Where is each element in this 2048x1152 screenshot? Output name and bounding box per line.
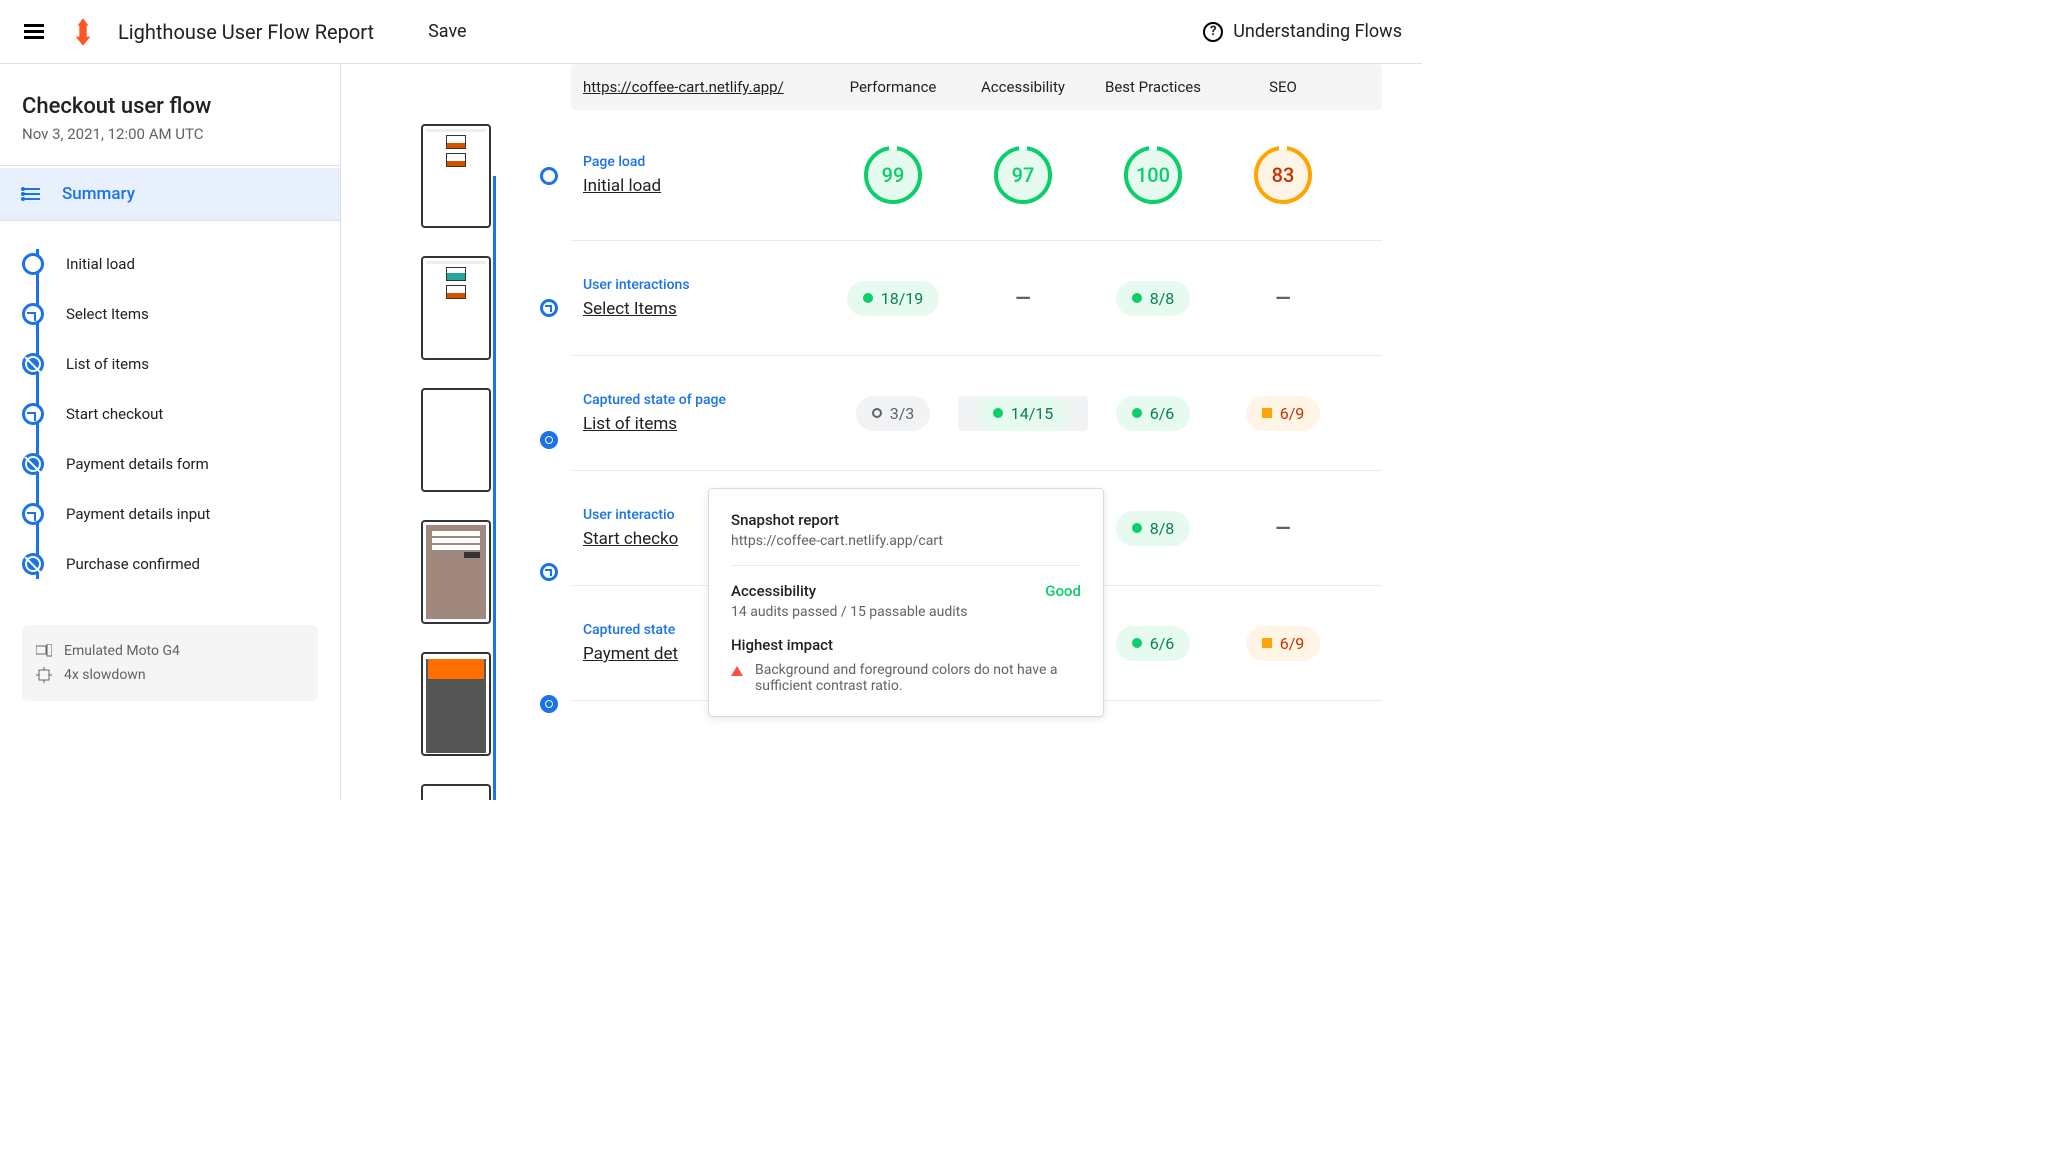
app-title: Lighthouse User Flow Report (118, 20, 374, 44)
step-start-checkout[interactable]: Start checkout (22, 389, 318, 439)
env-device: Emulated Moto G4 (64, 643, 180, 659)
tooltip-title: Snapshot report (731, 511, 1081, 529)
dash: — (1218, 286, 1348, 310)
pill-performance[interactable]: 3/3 (856, 396, 931, 431)
thumbnail[interactable] (421, 256, 491, 360)
step-initial-load[interactable]: Initial load (22, 239, 318, 289)
snap-marker-icon (540, 695, 558, 713)
nav-marker-icon (22, 253, 44, 275)
gauge-seo[interactable]: 83 (1254, 146, 1312, 204)
score-row: Page load Initial load 99 97 100 83 (571, 110, 1382, 241)
step-purchase-confirmed[interactable]: Purchase confirmed (22, 539, 318, 589)
tooltip-url: https://coffee-cart.netlify.app/cart (731, 533, 1081, 566)
env-throttle: 4x slowdown (64, 667, 146, 683)
clock-marker-icon (22, 303, 44, 325)
row-link[interactable]: Select Items (583, 299, 828, 319)
tooltip-rating: Good (1045, 582, 1081, 600)
row-type: User interactions (583, 277, 828, 293)
tooltip-category: Accessibility (731, 582, 816, 600)
help-icon: ? (1203, 22, 1223, 42)
snap-marker-icon (540, 431, 558, 449)
clock-marker-icon (22, 403, 44, 425)
gauge-best-practices[interactable]: 100 (1124, 146, 1182, 204)
pill-seo[interactable]: 6/9 (1246, 396, 1321, 431)
clock-marker-icon (540, 299, 558, 317)
help-label: Understanding Flows (1233, 21, 1402, 42)
top-bar: Lighthouse User Flow Report Save ? Under… (0, 0, 1422, 64)
clock-marker-icon (22, 503, 44, 525)
thumbnail[interactable] (421, 124, 491, 228)
dash: — (958, 286, 1088, 310)
menu-icon[interactable] (20, 20, 48, 43)
summary-label: Summary (62, 184, 135, 204)
thumbnail[interactable] (421, 784, 491, 800)
nav-marker-icon (540, 167, 558, 185)
header-url[interactable]: https://coffee-cart.netlify.app/ (583, 78, 828, 96)
dash: — (1218, 516, 1348, 540)
row-type: Captured state of page (583, 392, 828, 408)
step-payment-input[interactable]: Payment details input (22, 489, 318, 539)
thumbnail[interactable] (421, 652, 491, 756)
col-accessibility: Accessibility (958, 78, 1088, 96)
flow-title: Checkout user flow (0, 94, 340, 119)
tooltip-detail: 14 audits passed / 15 passable audits (731, 604, 1081, 620)
row-type: Page load (583, 154, 828, 170)
step-list-of-items[interactable]: List of items (22, 339, 318, 389)
list-icon (24, 188, 40, 200)
tooltip-impact-label: Highest impact (731, 636, 1081, 654)
pill-performance[interactable]: 18/19 (847, 281, 940, 316)
sidebar: Checkout user flow Nov 3, 2021, 12:00 AM… (0, 64, 341, 800)
pill-accessibility[interactable]: 14/15 (977, 396, 1070, 431)
gauge-accessibility[interactable]: 97 (994, 146, 1052, 204)
step-payment-form[interactable]: Payment details form (22, 439, 318, 489)
thumbnail[interactable] (421, 388, 491, 492)
pill-best-practices[interactable]: 8/8 (1116, 281, 1191, 316)
col-performance: Performance (828, 78, 958, 96)
pill-seo[interactable]: 6/9 (1246, 626, 1321, 661)
cpu-icon (36, 667, 52, 683)
tooltip-card: Snapshot report https://coffee-cart.netl… (708, 488, 1104, 717)
help-link[interactable]: ? Understanding Flows (1203, 21, 1402, 42)
environment-box: Emulated Moto G4 4x slowdown (22, 625, 318, 701)
device-icon (36, 644, 52, 658)
col-best-practices: Best Practices (1088, 78, 1218, 96)
sidebar-summary[interactable]: Summary (0, 168, 340, 221)
tooltip-impact-item: Background and foreground colors do not … (755, 662, 1081, 694)
pill-best-practices[interactable]: 6/6 (1116, 626, 1191, 661)
snap-marker-icon (22, 453, 44, 475)
snap-marker-icon (22, 353, 44, 375)
thumbnail-column (341, 64, 571, 800)
col-seo: SEO (1218, 78, 1348, 96)
thumbnail[interactable] (421, 520, 491, 624)
score-row: Captured state of pageList of items 3/3 … (571, 356, 1382, 471)
lighthouse-icon (72, 18, 94, 46)
flow-date: Nov 3, 2021, 12:00 AM UTC (0, 119, 340, 166)
clock-marker-icon (540, 563, 558, 581)
grid-header: https://coffee-cart.netlify.app/ Perform… (571, 64, 1382, 110)
snap-marker-icon (22, 553, 44, 575)
step-list: Initial load Select Items List of items … (0, 221, 340, 607)
row-link[interactable]: Initial load (583, 176, 828, 196)
save-button[interactable]: Save (428, 21, 467, 42)
pill-best-practices[interactable]: 6/6 (1116, 396, 1191, 431)
score-row: User interactions Select Items 18/19 — 8/… (571, 241, 1382, 356)
gauge-performance[interactable]: 99 (864, 146, 922, 204)
triangle-icon (731, 666, 743, 676)
row-link[interactable]: List of items (583, 414, 828, 434)
step-select-items[interactable]: Select Items (22, 289, 318, 339)
pill-best-practices[interactable]: 8/8 (1116, 511, 1191, 546)
